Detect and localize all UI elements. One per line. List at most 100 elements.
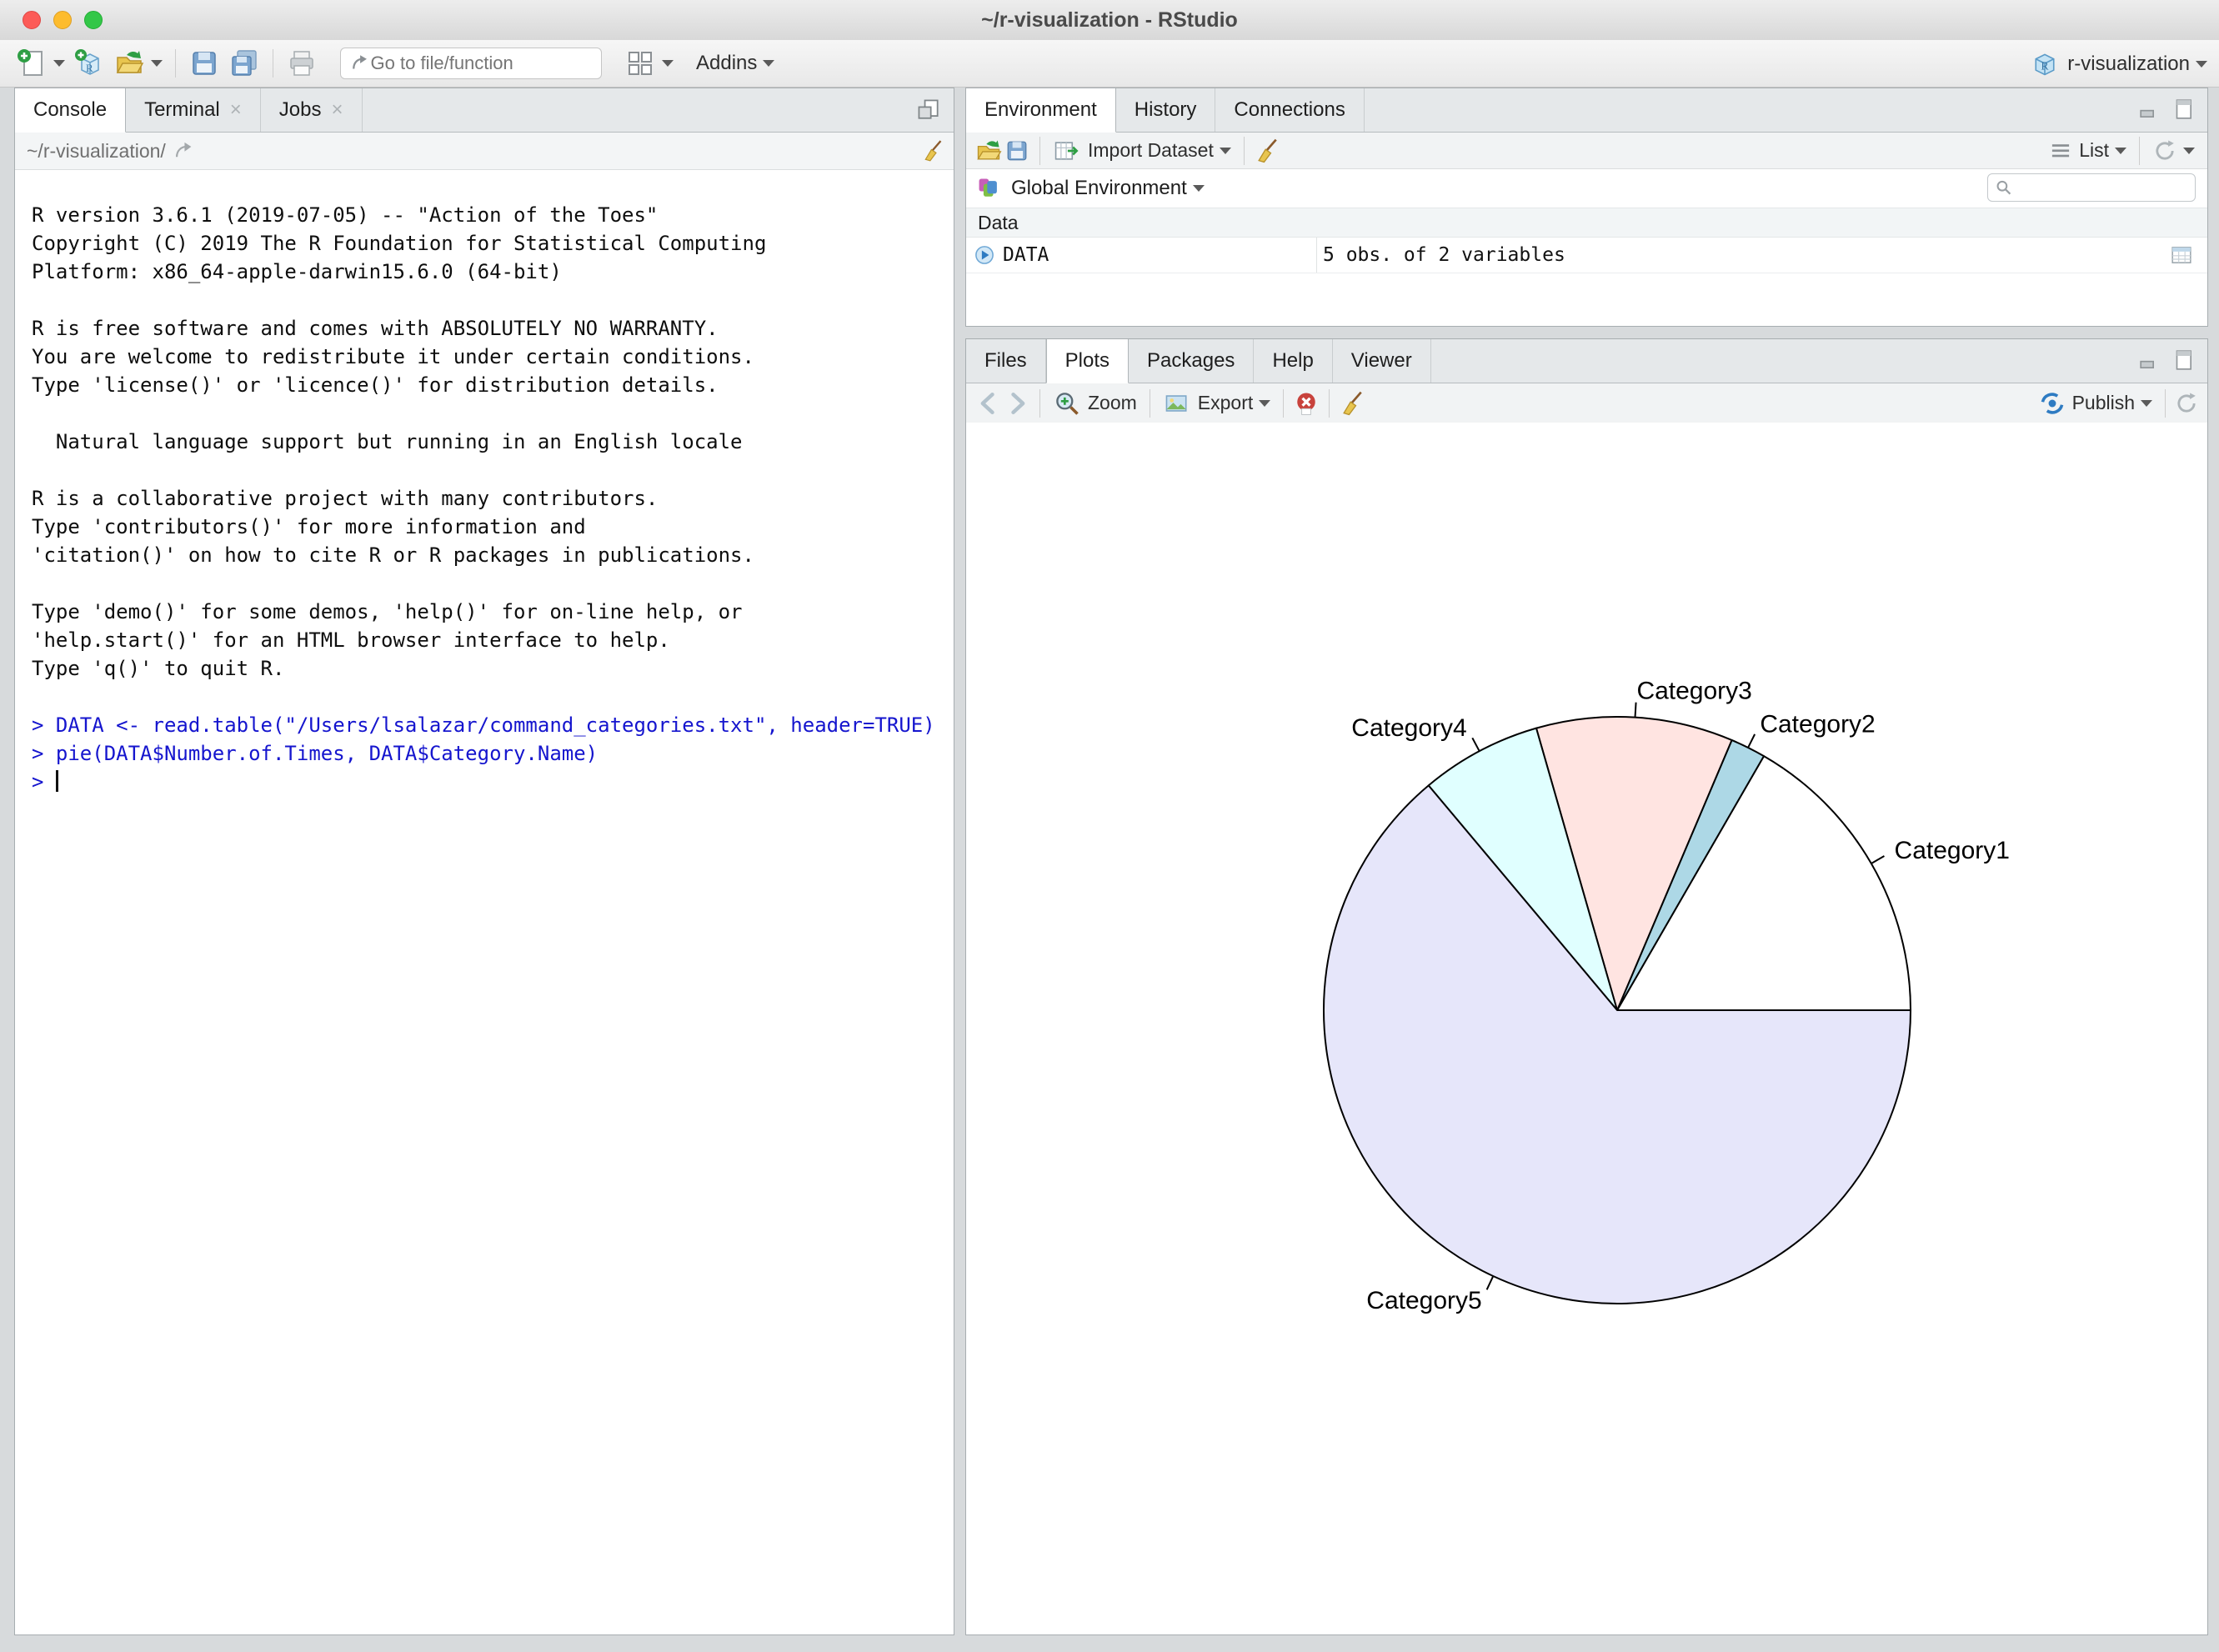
console-line	[32, 683, 954, 711]
import-dataset-button[interactable]: Import Dataset	[1053, 137, 1231, 165]
save-all-icon	[228, 48, 260, 79]
tab-packages[interactable]: Packages	[1129, 339, 1254, 383]
console-line: Platform: x86_64-apple-darwin15.6.0 (64-…	[32, 258, 954, 286]
column-divider	[1316, 238, 1317, 273]
console-line: 'help.start()' for an HTML browser inter…	[32, 626, 954, 654]
refresh-plot-icon[interactable]	[2174, 391, 2199, 416]
svg-text:R: R	[2041, 59, 2049, 72]
view-table-icon[interactable]	[2169, 243, 2194, 268]
tab-help[interactable]: Help	[1254, 339, 1332, 383]
import-dataset-caret-icon	[1220, 148, 1231, 154]
global-environment-caret-icon[interactable]	[1193, 185, 1205, 192]
titlebar: ~/r-visualization - RStudio	[0, 0, 2219, 41]
minimize-pane-icon[interactable]	[2137, 97, 2162, 122]
global-environment-label[interactable]: Global Environment	[1011, 177, 1187, 200]
environment-search-input[interactable]	[2012, 177, 2188, 198]
publish-button[interactable]: Publish	[2039, 390, 2152, 417]
save-workspace-icon[interactable]	[1003, 137, 1031, 165]
pie-label-tick	[1472, 738, 1479, 751]
tab-connections[interactable]: Connections	[1215, 88, 1364, 132]
maximize-pane-icon[interactable]	[2171, 348, 2196, 373]
tab-viewer-label: Viewer	[1351, 349, 1412, 373]
console-line	[32, 399, 954, 428]
load-workspace-icon[interactable]	[974, 137, 1003, 165]
console-line: Type 'contributors()' for more informati…	[32, 513, 954, 541]
project-selector[interactable]: R r-visualization	[2031, 40, 2207, 88]
clear-environment-broom-icon[interactable]	[1253, 137, 1281, 165]
tab-jobs-close-icon[interactable]: ×	[331, 100, 343, 120]
minimize-pane-icon[interactable]	[2137, 348, 2162, 373]
new-project-button[interactable]: R	[73, 48, 105, 79]
open-in-window-icon[interactable]	[173, 140, 194, 162]
zoom-magnifier-icon	[1053, 389, 1081, 418]
clear-console-broom-icon[interactable]	[920, 138, 945, 163]
tab-terminal-label: Terminal	[144, 98, 220, 122]
tab-terminal-close-icon[interactable]: ×	[230, 100, 242, 120]
zoom-plot-button[interactable]: Zoom	[1053, 389, 1137, 418]
console-path-row: ~/r-visualization/	[15, 133, 954, 170]
addins-button[interactable]: Addins	[689, 52, 774, 75]
working-directory: ~/r-visualization/	[27, 140, 166, 163]
tab-files-label: Files	[984, 349, 1027, 373]
maximize-pane-icon[interactable]	[915, 97, 942, 123]
clear-plots-broom-icon[interactable]	[1338, 389, 1366, 418]
tab-terminal[interactable]: Terminal ×	[126, 88, 261, 132]
open-file-button[interactable]	[113, 48, 163, 79]
export-image-icon	[1163, 389, 1191, 418]
export-plot-button[interactable]: Export	[1163, 389, 1270, 418]
console-line: Copyright (C) 2019 The R Foundation for …	[32, 229, 954, 258]
console-line: R is free software and comes with ABSOLU…	[32, 314, 954, 343]
environment-pane: Environment History Connections	[965, 88, 2208, 327]
tab-viewer[interactable]: Viewer	[1333, 339, 1431, 383]
new-project-icon: R	[73, 48, 105, 79]
console-line: >	[32, 768, 954, 796]
open-file-caret-icon	[151, 60, 163, 67]
tab-environment[interactable]: Environment	[966, 88, 1116, 133]
console-body[interactable]: R version 3.6.1 (2019-07-05) -- "Action …	[15, 169, 954, 1634]
console-line: R version 3.6.1 (2019-07-05) -- "Action …	[32, 201, 954, 229]
print-button[interactable]	[286, 48, 318, 79]
environment-object-row[interactable]: DATA 5 obs. of 2 variables	[966, 238, 2207, 273]
list-view-caret-icon	[2115, 148, 2126, 154]
publish-label: Publish	[2072, 392, 2135, 414]
tab-files[interactable]: Files	[966, 339, 1046, 383]
refresh-environment-button[interactable]	[2152, 138, 2195, 163]
tab-plots[interactable]: Plots	[1046, 339, 1129, 383]
environment-search-box[interactable]	[1987, 173, 2196, 202]
list-view-button[interactable]: List	[2049, 139, 2126, 163]
environment-tabbar: Environment History Connections	[966, 88, 2207, 133]
plot-canvas: Category1Category2Category3Category4Cate…	[966, 423, 2207, 1634]
global-environment-icon	[976, 175, 1003, 202]
toolbar-separator	[1283, 389, 1284, 418]
object-name: DATA	[1003, 244, 1049, 266]
pie-label-tick	[1748, 734, 1755, 748]
pie-label-category3: Category3	[1636, 678, 1751, 705]
environment-toolbar: Import Dataset List	[966, 133, 2207, 169]
tab-console-label: Console	[33, 98, 107, 122]
goto-file-box[interactable]	[340, 48, 602, 79]
publish-caret-icon	[2141, 400, 2152, 407]
previous-plot-icon[interactable]	[974, 389, 1003, 418]
pie-label-category2: Category2	[1760, 710, 1875, 738]
tab-console[interactable]: Console	[15, 88, 126, 133]
new-file-button[interactable]	[16, 48, 65, 79]
console-line: > DATA <- read.table("/Users/lsalazar/co…	[32, 711, 954, 739]
maximize-pane-icon[interactable]	[2171, 97, 2196, 122]
expand-object-icon[interactable]	[973, 243, 996, 267]
pie-label-category5: Category5	[1366, 1287, 1481, 1314]
pane-layout-button[interactable]	[624, 48, 674, 79]
remove-plot-icon[interactable]	[1292, 389, 1320, 418]
publish-icon	[2039, 390, 2066, 417]
tab-history[interactable]: History	[1116, 88, 1216, 132]
import-dataset-label: Import Dataset	[1088, 139, 1214, 162]
save-all-button[interactable]	[228, 48, 260, 79]
tab-help-label: Help	[1272, 349, 1313, 373]
save-button[interactable]	[188, 48, 220, 79]
console-line: > pie(DATA$Number.of.Times, DATA$Categor…	[32, 739, 954, 768]
console-line	[32, 286, 954, 314]
goto-file-input[interactable]	[369, 52, 593, 75]
goto-arrow-icon	[349, 53, 369, 74]
tab-jobs[interactable]: Jobs ×	[261, 88, 363, 132]
console-line: Type 'demo()' for some demos, 'help()' f…	[32, 598, 954, 626]
next-plot-icon[interactable]	[1003, 389, 1031, 418]
